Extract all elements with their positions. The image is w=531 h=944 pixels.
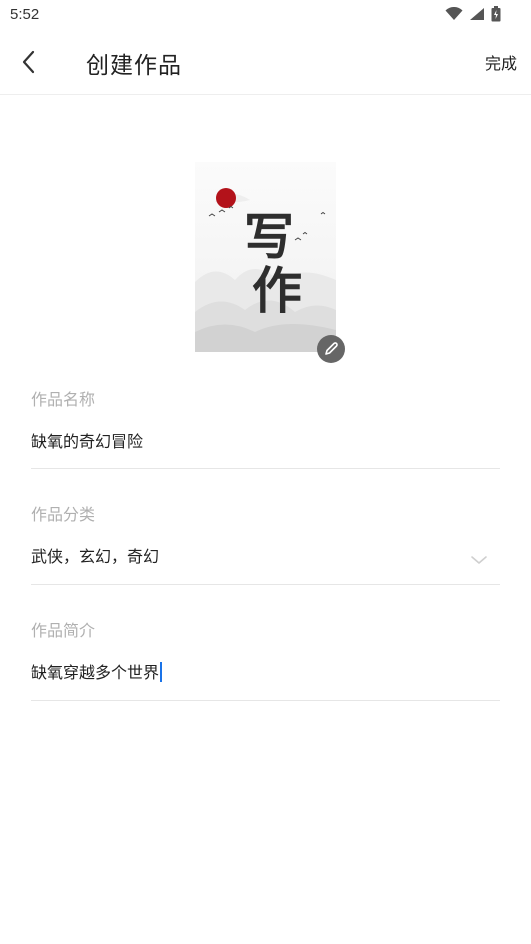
cover-calligraphy: 写	[244, 207, 294, 266]
work-name-input[interactable]: 缺氧的奇幻冒险	[31, 428, 143, 466]
chevron-left-icon	[22, 50, 35, 74]
done-button[interactable]: 完成	[485, 50, 517, 74]
wifi-icon	[445, 7, 463, 20]
cover-artwork: 写 作	[195, 162, 336, 352]
status-bar: 5:52	[0, 0, 531, 30]
cellular-signal-icon	[470, 8, 484, 20]
work-intro-input[interactable]: 缺氧穿越多个世界	[31, 659, 163, 697]
text-cursor	[160, 662, 163, 682]
work-category-field[interactable]: 作品分类 武侠，玄幻，奇幻	[31, 501, 500, 585]
page-title: 创建作品	[86, 53, 182, 79]
work-category-label: 作品分类	[31, 505, 96, 524]
cover-sun	[216, 188, 236, 208]
work-intro-field: 作品简介 缺氧穿越多个世界	[31, 617, 500, 701]
edit-cover-button[interactable]	[317, 335, 345, 363]
work-name-field: 作品名称 缺氧的奇幻冒险	[31, 386, 500, 469]
status-time: 5:52	[10, 6, 40, 23]
pencil-icon	[325, 342, 338, 355]
work-intro-label: 作品简介	[31, 621, 96, 640]
cover-image[interactable]: 写 作	[195, 162, 336, 352]
battery-icon	[491, 6, 501, 22]
chevron-down-icon[interactable]	[470, 554, 488, 566]
svg-text:作: 作	[252, 261, 302, 320]
app-bar: 创建作品 完成	[0, 30, 531, 95]
status-icons	[445, 6, 501, 22]
work-intro-text: 缺氧穿越多个世界	[31, 663, 160, 682]
back-button[interactable]	[10, 44, 46, 80]
work-category-value[interactable]: 武侠，玄幻，奇幻	[31, 543, 159, 581]
work-name-label: 作品名称	[31, 390, 96, 409]
